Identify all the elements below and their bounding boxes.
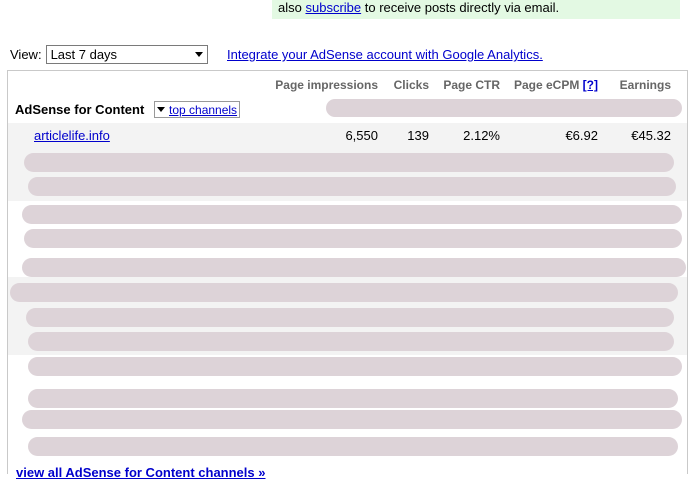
redacted-bar (28, 332, 674, 351)
channel-link[interactable]: articlelife.info (34, 128, 110, 143)
redacted-bar (22, 410, 682, 429)
redacted-bar (28, 389, 678, 408)
top-channels-button[interactable]: top channels (154, 101, 241, 118)
ecpm-help-link[interactable]: [?] (583, 78, 598, 92)
chevron-down-icon (194, 51, 203, 57)
redacted-bar (326, 99, 682, 117)
view-all-channels-link[interactable]: view all AdSense for Content channels » (16, 465, 265, 480)
analytics-integration-link[interactable]: Integrate your AdSense account with Goog… (227, 47, 543, 62)
redacted-bar (22, 258, 686, 277)
row-ctr: 2.12% (463, 128, 500, 143)
view-row: View: Last 7 days (10, 43, 208, 65)
row-clicks: 139 (407, 128, 429, 143)
header-page-ctr: Page CTR (443, 78, 500, 92)
dropdown-arrow-icon (157, 107, 165, 112)
view-label: View: (10, 46, 42, 62)
earnings-panel: Page impressions Clicks Page CTR Page eC… (7, 70, 688, 474)
header-page-impressions: Page impressions (275, 78, 378, 92)
section-title: AdSense for Content (15, 102, 145, 117)
redacted-bar (26, 308, 674, 327)
header-page-ecpm: Page eCPM [?] (514, 78, 598, 92)
header-page-ecpm-label: Page eCPM (513, 78, 580, 92)
redacted-bar (28, 357, 682, 376)
redacted-bar (28, 437, 678, 456)
header-earnings: Earnings (619, 78, 671, 92)
notice-prefix: also (278, 0, 302, 15)
redacted-bar (24, 229, 682, 248)
redacted-bar (10, 283, 678, 302)
row-ecpm: €6.92 (565, 128, 598, 143)
redacted-bar (22, 205, 682, 224)
date-range-value: Last 7 days (50, 46, 118, 62)
subscribe-notice: also subscribe to receive posts directly… (272, 0, 680, 19)
date-range-select[interactable]: Last 7 days (45, 44, 208, 64)
notice-suffix: to receive posts directly via email. (364, 0, 560, 15)
top-channels-label: top channels (169, 102, 238, 117)
subscribe-link[interactable]: subscribe (305, 0, 361, 15)
header-clicks: Clicks (393, 78, 429, 92)
redacted-bar (24, 153, 674, 172)
row-earnings: €45.32 (631, 128, 671, 143)
redacted-bar (28, 177, 676, 196)
row-impressions: 6,550 (345, 128, 378, 143)
